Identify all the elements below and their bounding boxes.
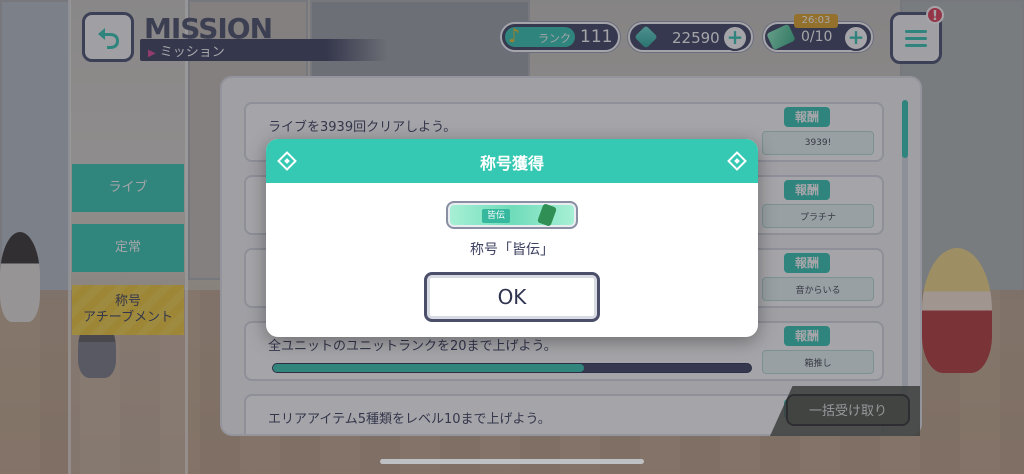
title-acquired-dialog: 称号獲得 皆伝 称号「皆伝」 OK: [266, 139, 758, 337]
title-badge: 皆伝: [446, 201, 578, 229]
badge-label: 皆伝: [482, 209, 510, 223]
ok-button[interactable]: OK: [424, 272, 600, 322]
battery-icon: [537, 203, 557, 227]
dialog-title: 称号獲得: [479, 154, 544, 173]
title-name: 称号「皆伝」: [470, 242, 554, 258]
home-indicator[interactable]: [380, 459, 644, 464]
